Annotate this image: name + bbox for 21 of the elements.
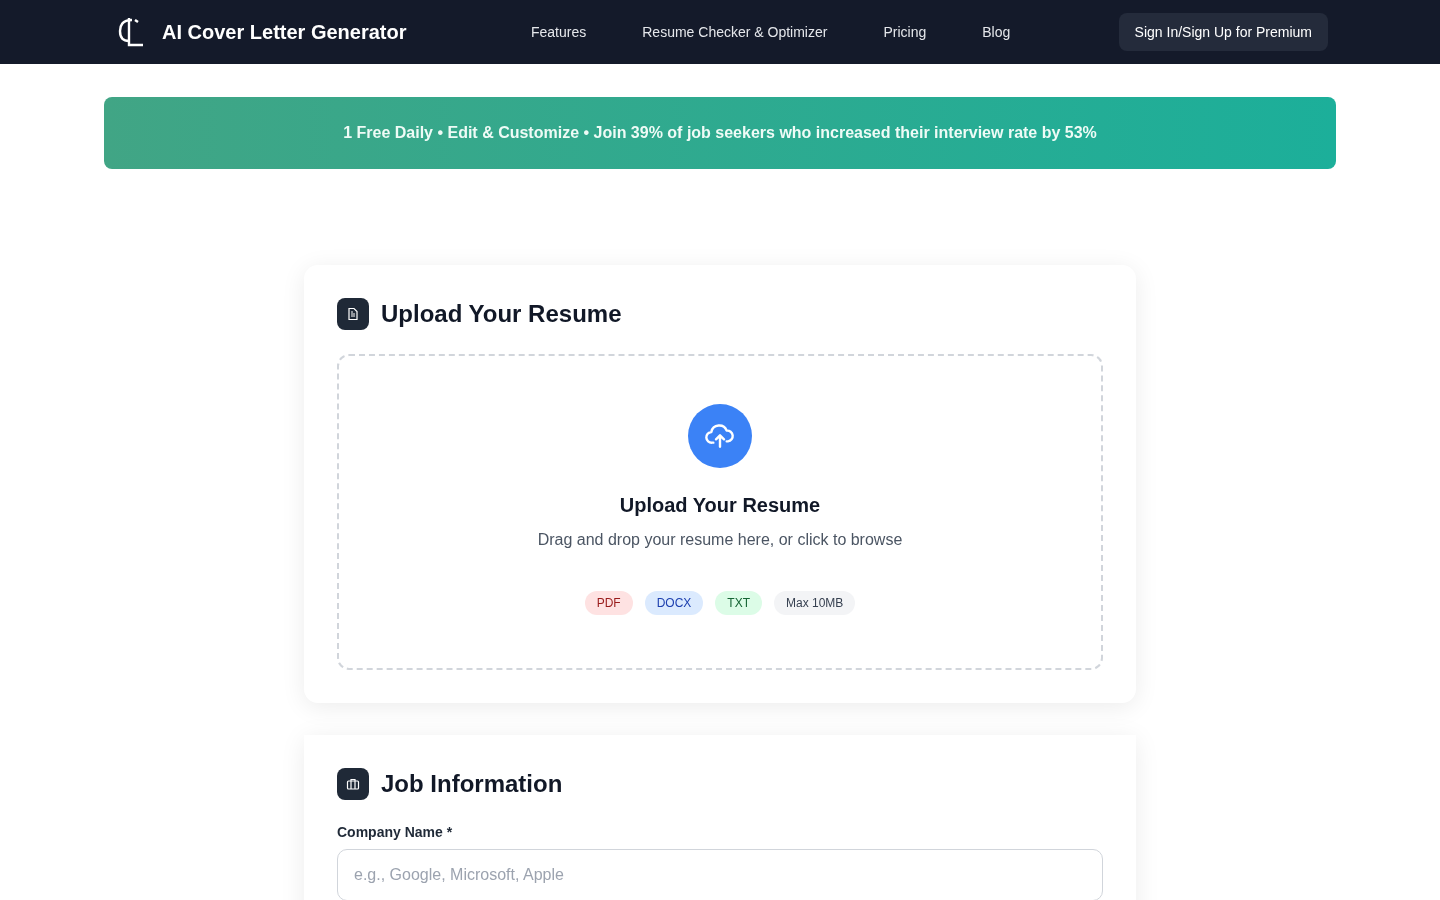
dropzone-hint: Drag and drop your resume here, or click to browse — [537, 531, 903, 549]
file-format-tag: Max 10MB — [774, 591, 856, 615]
field-label: Company Name * — [337, 824, 454, 840]
document-icon — [337, 298, 369, 330]
promo-banner: 1 Free Daily • Edit & Customize • Join 39% of job seekers who increased their interview rate by 53% — [104, 97, 1336, 169]
sign-in-button[interactable]: Sign In/Sign Up for Premium — [1118, 13, 1328, 51]
logo-icon[interactable] — [118, 16, 144, 48]
upload-dropzone[interactable]: Upload Your Resume Drag and drop your resume here, or click to browse PDF DOCX TXT Max 10MB — [337, 354, 1103, 670]
nav-link[interactable]: Blog — [982, 24, 1011, 40]
file-format-tag: TXT — [715, 591, 762, 615]
brand-name[interactable]: AI Cover Letter Generator — [162, 20, 407, 44]
nav-link[interactable]: Features — [531, 24, 587, 40]
company-name-input[interactable]: e.g., Google, Microsoft, Apple — [337, 849, 1103, 900]
nav-link[interactable]: Resume Checker & Optimizer — [642, 24, 828, 40]
file-format-tag: DOCX — [644, 591, 704, 615]
dropzone-title: Upload Your Resume — [619, 494, 821, 517]
section-title: Job Information — [381, 770, 563, 798]
file-format-tag: PDF — [584, 591, 633, 615]
briefcase-icon — [337, 768, 369, 800]
nav-link[interactable]: Pricing — [883, 24, 927, 40]
section-title: Upload Your Resume — [381, 300, 622, 328]
